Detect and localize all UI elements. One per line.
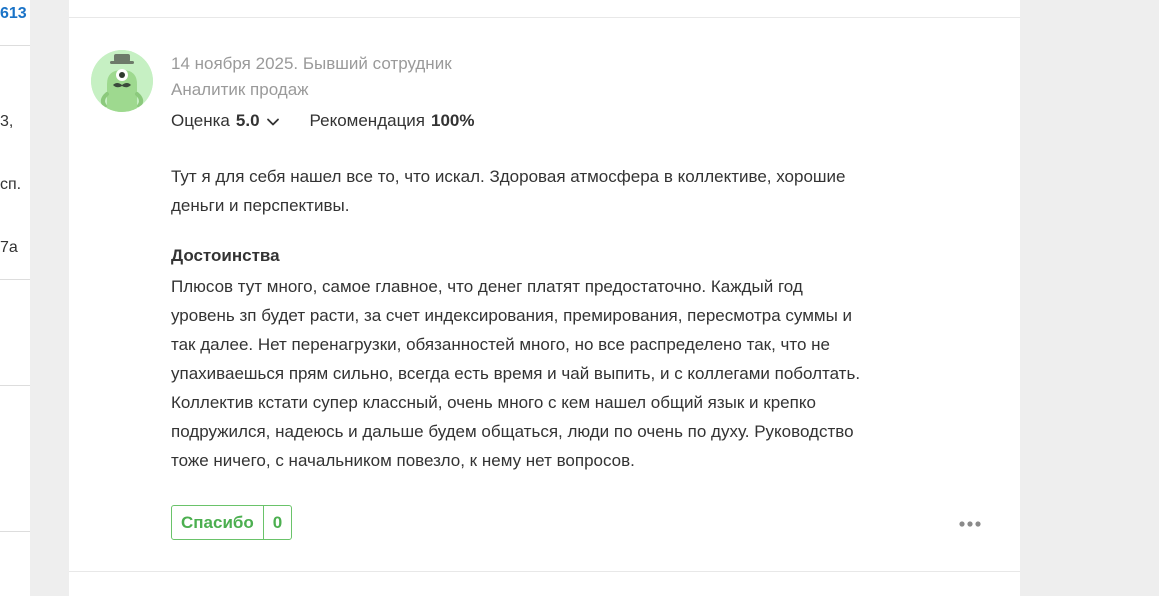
rating-value[interactable]: 5.0 — [236, 111, 260, 131]
recommendation-value: 100% — [431, 111, 475, 130]
review-card: 14 ноября 2025. Бывший сотрудник Аналити… — [69, 0, 1020, 596]
sidebar-fragment-count[interactable]: 613 — [0, 5, 27, 23]
left-sidebar: 613 3, сп. 7а — [0, 0, 30, 596]
sidebar-fragment-text: 3, — [0, 113, 14, 130]
sidebar-divider — [0, 531, 30, 532]
previous-card-edge — [69, 0, 1020, 18]
thanks-button[interactable]: Спасибо 0 — [171, 505, 293, 540]
review-position: Аналитик продаж — [171, 80, 309, 99]
pros-line: подружился, надеюсь и дальше будем общат… — [171, 422, 854, 441]
thanks-count: 0 — [272, 512, 283, 532]
sidebar-divider — [0, 279, 30, 280]
pros-title: Достоинства — [171, 246, 280, 265]
more-dots-icon[interactable] — [958, 517, 982, 531]
pros-text: Плюсов тут много, самое главное, что ден… — [171, 272, 891, 475]
pros-line: так далее. Нет перенагрузки, обязанносте… — [171, 335, 831, 354]
summary-line: деньги и перспективы. — [171, 196, 350, 215]
pros-line: уровень зп будет расти, за счет индексир… — [171, 306, 853, 325]
pros-line: упахиваешься прям сильно, всегда есть вр… — [171, 364, 861, 383]
chevron-down-icon[interactable] — [266, 114, 280, 128]
pros-line: Плюсов тут много, самое главное, что ден… — [171, 277, 803, 296]
recommendation-label: Рекомендация — [309, 111, 426, 130]
thanks-label[interactable]: Спасибо — [172, 506, 264, 539]
summary-line: Тут я для себя нашел все то, что искал. … — [171, 167, 846, 186]
review-summary: Тут я для себя нашел все то, что искал. … — [171, 162, 891, 220]
sidebar-fragment-text: сп. — [0, 176, 22, 193]
sidebar-divider — [0, 385, 30, 386]
rating-row: Оценка 5.0 Рекомендация 100% — [171, 111, 475, 131]
pros-line: тоже ничего, с начальником повезло, к не… — [171, 451, 635, 470]
card-divider — [69, 571, 1020, 572]
pros-line: Коллектив кстати супер классный, очень м… — [171, 393, 816, 412]
rating-label: Оценка — [171, 111, 230, 130]
review-date-status: 14 ноября 2025. Бывший сотрудник — [171, 54, 452, 73]
cyclops-monster-avatar-icon — [91, 50, 153, 112]
sidebar-divider — [0, 45, 30, 46]
sidebar-fragment-text: 7а — [0, 239, 18, 256]
